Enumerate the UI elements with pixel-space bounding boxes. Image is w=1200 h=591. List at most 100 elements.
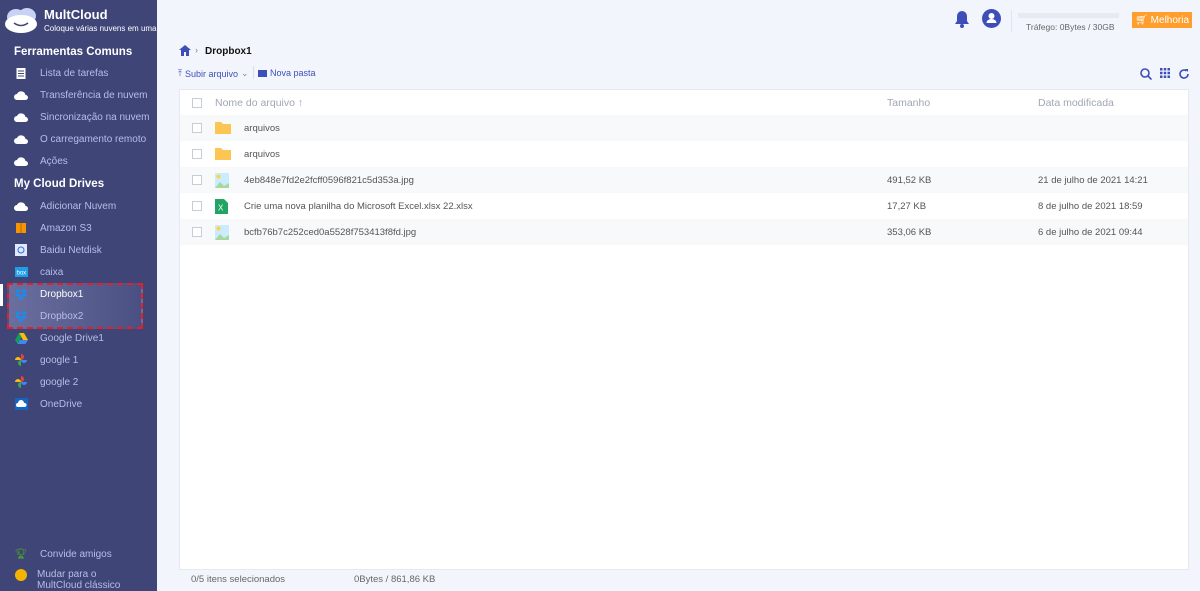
section-my-cloud-drives: My Cloud Drives [14, 178, 105, 190]
switch-icon [15, 569, 27, 581]
dropbox-icon [14, 310, 28, 322]
row-checkbox[interactable] [192, 227, 202, 237]
sidebar-item-label: Sincronização na nuvem [40, 111, 150, 123]
brand-name: MultCloud [44, 7, 108, 22]
selection-count: 0/5 itens selecionados [191, 574, 286, 585]
trophy-icon: 🏆︎ [14, 548, 28, 560]
row-checkbox[interactable] [192, 123, 202, 133]
file-date: 6 de julho de 2021 09:44 [1038, 226, 1143, 238]
upgrade-button[interactable]: 🛒︎ Melhoria [1132, 12, 1192, 28]
file-name[interactable]: arquivos [244, 123, 280, 134]
selection-size: 0Bytes / 861,86 KB [354, 574, 436, 585]
grid-view-icon[interactable] [1160, 68, 1170, 78]
file-table: Nome do arquivo ↑ Tamanho Data modificad… [179, 89, 1189, 570]
folder-icon [215, 147, 231, 161]
new-folder-button[interactable]: Nova pasta [258, 68, 316, 78]
table-row[interactable]: 4eb848e7fd2e2fcff0596f821c5d353a.jpg 491… [180, 167, 1188, 193]
sidebar-item-google-drive1[interactable]: Google Drive1 [0, 327, 157, 349]
cloud-transfer-icon [14, 89, 28, 101]
select-all-checkbox[interactable] [192, 98, 202, 108]
sidebar-item-label: Mudar para o MultCloud clássico [37, 569, 121, 591]
image-icon [215, 225, 231, 240]
column-name[interactable]: Nome do arquivo ↑ [215, 97, 303, 109]
box-icon: box [14, 266, 28, 278]
search-icon[interactable] [1140, 68, 1152, 80]
file-date: 8 de julho de 2021 18:59 [1038, 200, 1143, 212]
image-icon [215, 173, 231, 188]
sidebar-item-dropbox2[interactable]: Dropbox2 [0, 305, 157, 327]
file-name[interactable]: Crie uma nova planilha do Microsoft Exce… [244, 201, 473, 212]
sidebar-item-adicionar-nuvem[interactable]: Adicionar Nuvem [0, 195, 157, 217]
sidebar-item-a-es[interactable]: Ações [0, 150, 157, 172]
new-folder-icon [258, 69, 267, 77]
sidebar-item-label: Transferência de nuvem [40, 89, 148, 101]
sidebar-item-google-1[interactable]: google 1 [0, 349, 157, 371]
table-row[interactable]: arquivos [180, 115, 1188, 141]
sidebar-item-amazon-s3[interactable]: Amazon S3 [0, 217, 157, 239]
cloud-upload-icon [14, 133, 28, 145]
svg-text:box: box [16, 271, 26, 277]
upload-button[interactable]: ⤒ Subir arquivo ⌄ [178, 68, 249, 79]
new-folder-label: Nova pasta [270, 68, 316, 78]
breadcrumb-current[interactable]: Dropbox1 [205, 46, 252, 57]
divider [1011, 10, 1012, 32]
amazon-s3-icon [14, 222, 28, 234]
cart-icon: 🛒︎ [1134, 14, 1148, 26]
sidebar-item-label: google 2 [40, 376, 79, 388]
home-icon[interactable] [179, 45, 191, 56]
sidebar-item-onedrive[interactable]: OneDrive [0, 393, 157, 415]
sidebar-item-o-carregamento-remoto[interactable]: O carregamento remoto [0, 128, 157, 150]
sidebar-item-caixa[interactable]: box caixa [0, 261, 157, 283]
sort-up-icon: ↑ [297, 97, 304, 109]
traffic-bar [1018, 13, 1119, 18]
bell-icon[interactable] [954, 10, 970, 28]
sidebar-item-invite[interactable]: 🏆︎ Convide amigos [0, 543, 157, 565]
add-cloud-icon [14, 200, 28, 212]
file-date: 21 de julho de 2021 14:21 [1038, 174, 1148, 186]
divider [253, 66, 254, 79]
file-name[interactable]: bcfb76b7c252ced0a5528f753413f8fd.jpg [244, 227, 416, 238]
file-size: 17,27 KB [887, 200, 927, 212]
sidebar-item-baidu-netdisk[interactable]: Baidu Netdisk [0, 239, 157, 261]
sidebar-item-label: OneDrive [40, 398, 83, 410]
file-size: 491,52 KB [887, 174, 932, 186]
sidebar-item-label: Dropbox1 [40, 288, 84, 300]
svg-text:X: X [218, 204, 224, 213]
refresh-icon[interactable] [1178, 68, 1190, 80]
baidu-icon [14, 244, 28, 256]
column-size[interactable]: Tamanho [887, 97, 930, 109]
table-row[interactable]: X Crie uma nova planilha do Microsoft Ex… [180, 193, 1188, 219]
upload-label: Subir arquivo [184, 68, 239, 79]
sidebar-item-classic[interactable]: Mudar para o MultCloud clássico [0, 569, 157, 591]
brand-tagline: Coloque várias nuvens em uma [44, 24, 157, 33]
table-row[interactable]: arquivos [180, 141, 1188, 167]
row-checkbox[interactable] [192, 201, 202, 211]
sidebar-item-label: Adicionar Nuvem [40, 200, 117, 212]
sidebar-item-lista-de-tarefas[interactable]: Lista de tarefas [0, 62, 157, 84]
table-row[interactable]: bcfb76b7c252ced0a5528f753413f8fd.jpg 353… [180, 219, 1188, 245]
row-checkbox[interactable] [192, 149, 202, 159]
sidebar-item-transfer-ncia-de-nuvem[interactable]: Transferência de nuvem [0, 84, 157, 106]
chevron-down-icon: ⌄ [241, 68, 249, 78]
sidebar-item-label: Lista de tarefas [40, 67, 109, 79]
user-avatar-icon[interactable] [982, 9, 1001, 28]
column-date[interactable]: Data modificada [1038, 97, 1114, 109]
sidebar-item-label: Amazon S3 [40, 222, 92, 234]
sidebar-item-sincroniza-o-na-nuvem[interactable]: Sincronização na nuvem [0, 106, 157, 128]
multcloud-logo-icon [5, 8, 37, 33]
sidebar-item-label: Convide amigos [40, 548, 112, 560]
sidebar-item-label: Ações [40, 155, 68, 167]
sidebar: MultCloud Coloque várias nuvens em uma F… [0, 0, 157, 591]
upgrade-label: Melhoria [1150, 14, 1190, 26]
cloud-sync-icon [14, 111, 28, 123]
file-name[interactable]: arquivos [244, 149, 280, 160]
sidebar-item-dropbox1[interactable]: Dropbox1 [0, 283, 157, 305]
google-drive-icon [14, 332, 28, 344]
dropbox-icon [14, 288, 28, 300]
row-checkbox[interactable] [192, 175, 202, 185]
traffic-text: Tráfego: 0Bytes / 30GB [1026, 22, 1115, 32]
sidebar-item-google-2[interactable]: google 2 [0, 371, 157, 393]
file-name[interactable]: 4eb848e7fd2e2fcff0596f821c5d353a.jpg [244, 175, 414, 186]
sidebar-item-label: caixa [40, 266, 64, 278]
section-common-tools: Ferramentas Comuns [14, 46, 133, 58]
